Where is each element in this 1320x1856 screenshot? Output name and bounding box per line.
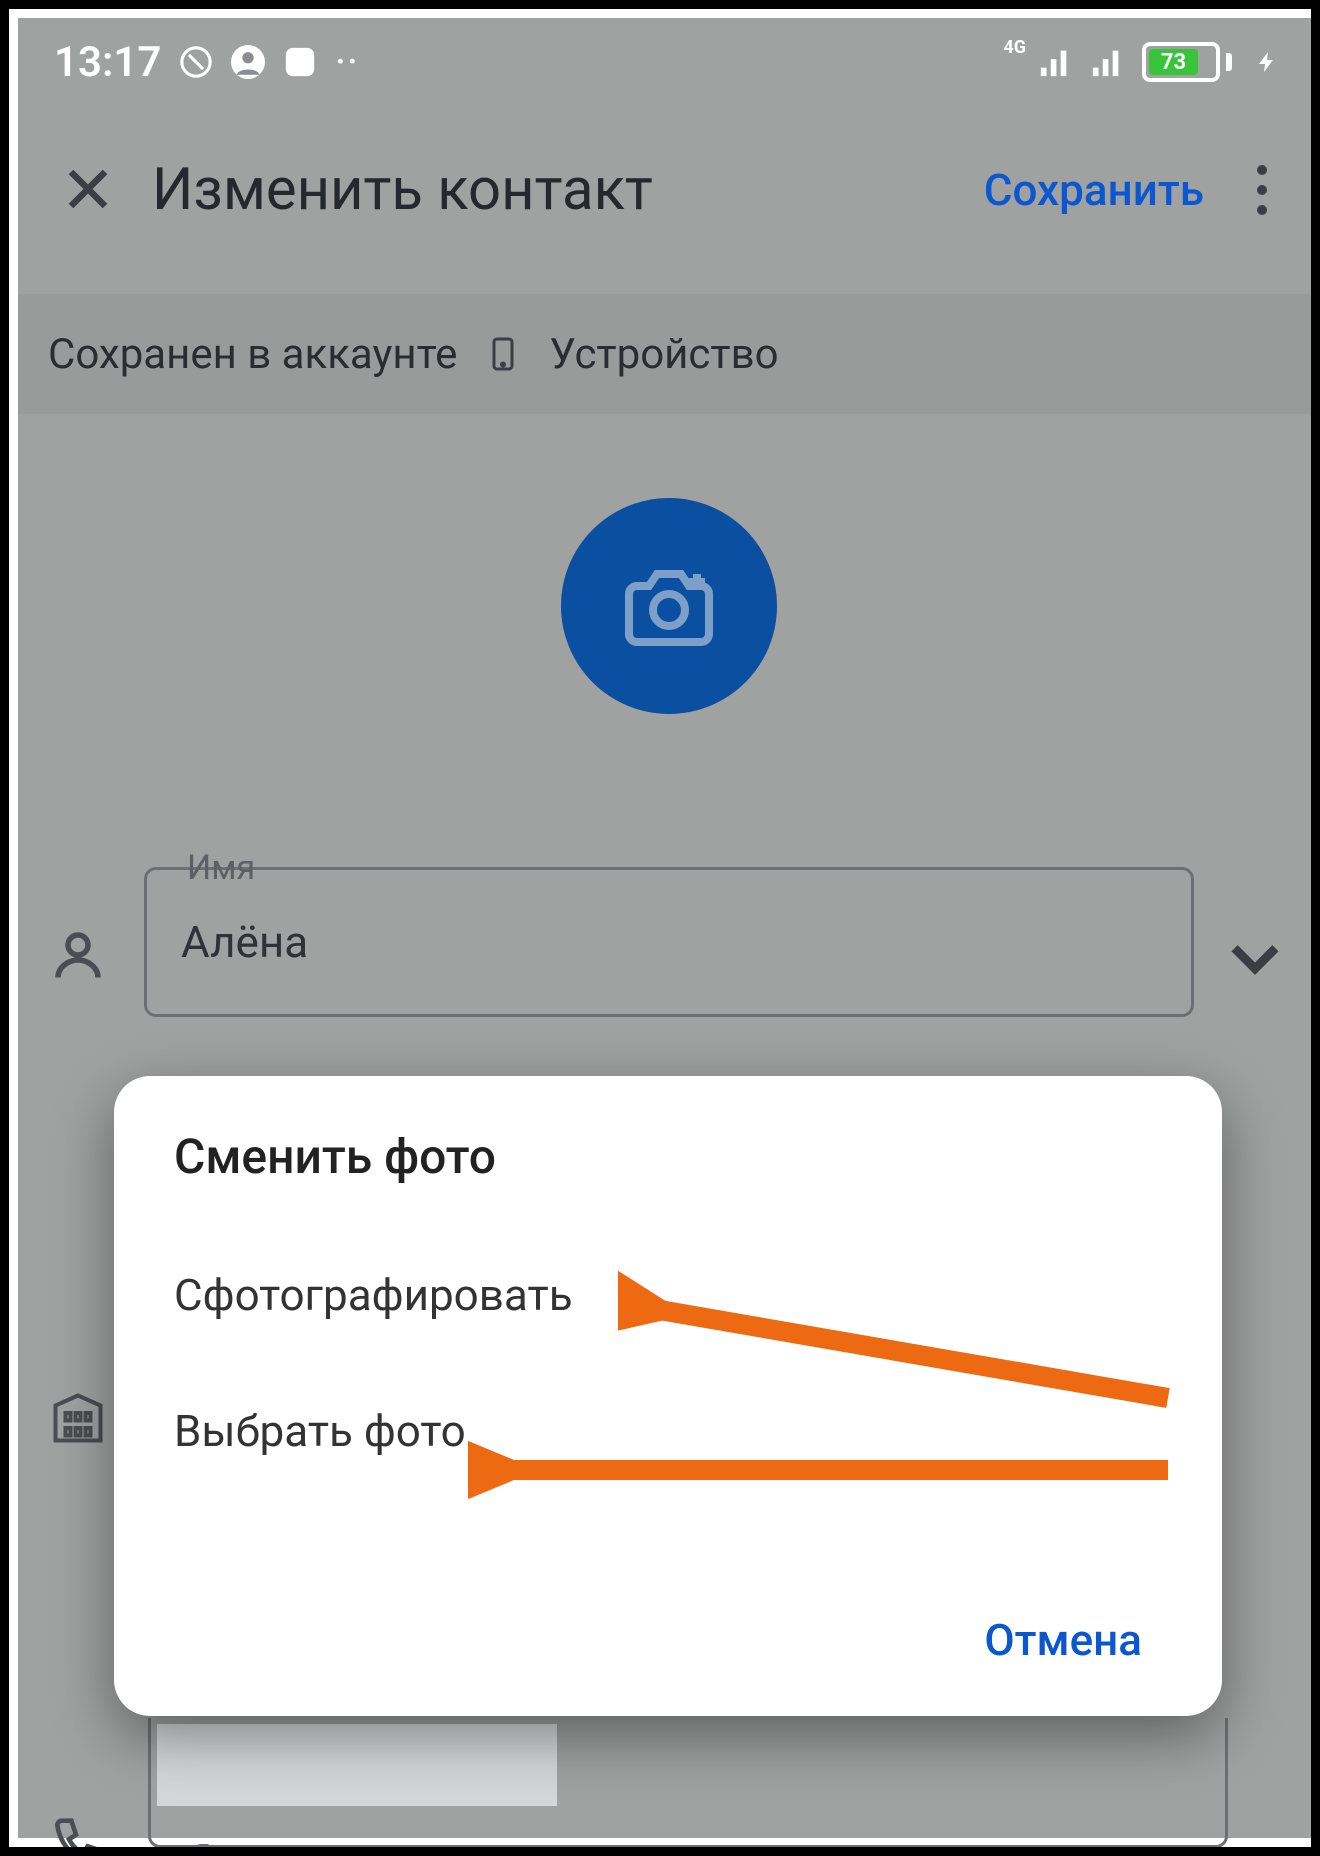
change-photo-dialog: Сменить фото Сфотографировать Выбрать фо… — [114, 1076, 1222, 1716]
close-button[interactable]: ✕ — [48, 152, 128, 229]
signal-sim1-icon — [1038, 45, 1072, 79]
cancel-button[interactable]: Отмена — [964, 1604, 1162, 1676]
person-icon — [48, 895, 144, 989]
redacted-value — [157, 1724, 557, 1806]
screen: 13:17 ·· — [18, 18, 1320, 1856]
app-header: ✕ Изменить контакт Сохранить — [18, 106, 1320, 274]
add-photo-button[interactable] — [561, 498, 777, 714]
battery-percent: 73 — [1149, 49, 1198, 75]
name-input[interactable]: Имя Алёна — [144, 867, 1194, 1017]
charging-icon — [1250, 45, 1284, 79]
company-icon — [48, 1388, 108, 1448]
saved-in-label: Сохранен в аккаунте — [48, 330, 457, 379]
dialog-title: Сменить фото — [174, 1128, 1162, 1185]
phone-icon — [48, 1816, 108, 1856]
overflow-menu-button[interactable] — [1234, 165, 1290, 215]
name-input-value: Алёна — [181, 916, 308, 968]
status-bar: 13:17 ·· — [18, 18, 1320, 106]
battery-indicator: 73 — [1142, 42, 1232, 82]
dnd-icon — [179, 45, 213, 79]
signal-sim2-icon — [1090, 45, 1124, 79]
phone-field-partial[interactable] — [148, 1718, 1228, 1848]
name-input-label: Имя — [175, 848, 267, 888]
expand-name-button[interactable] — [1220, 922, 1290, 992]
phone-frame: 13:17 ·· — [0, 0, 1320, 1856]
name-field-row: Имя Алёна — [18, 844, 1320, 1040]
app-badge-icon — [283, 45, 317, 79]
network-type-badge: 4G — [1003, 41, 1026, 55]
account-name: Устройство — [549, 330, 778, 379]
account-icon — [231, 45, 265, 79]
page-title: Изменить контакт — [152, 156, 653, 224]
take-photo-option[interactable]: Сфотографировать — [174, 1245, 1162, 1345]
more-notifications-icon: ·· — [335, 42, 359, 82]
device-icon — [485, 330, 521, 378]
label-field-hint: Ярлык — [192, 1838, 285, 1856]
saved-account-bar[interactable]: Сохранен в аккаунте Устройство — [18, 294, 1320, 414]
choose-photo-option[interactable]: Выбрать фото — [174, 1381, 1162, 1481]
status-time: 13:17 — [54, 38, 161, 87]
save-button[interactable]: Сохранить — [984, 164, 1204, 216]
